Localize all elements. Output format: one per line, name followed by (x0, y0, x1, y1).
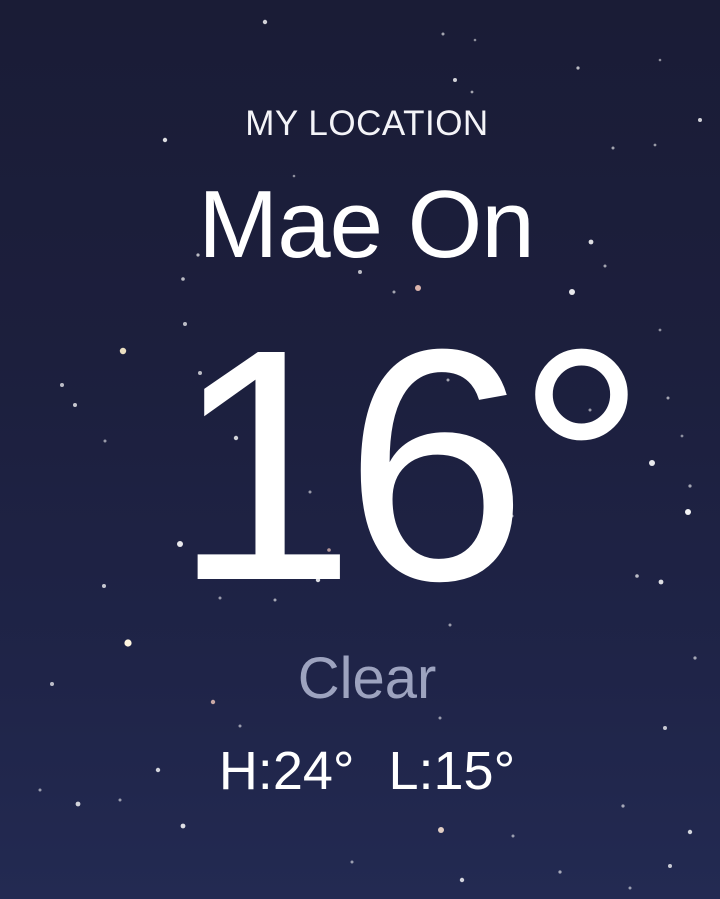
high-low-temperatures: H:24° L:15° (0, 740, 720, 802)
high-temperature: H:24° (218, 741, 355, 801)
city-name: Mae On (198, 171, 534, 278)
current-temperature: 16° (172, 280, 647, 649)
location-label: MY LOCATION (245, 104, 489, 143)
weather-condition: Clear (297, 646, 437, 711)
current-weather-header: MY LOCATION Mae On 16° Clear H:24° L:15° (0, 0, 720, 899)
low-temperature: L:15° (388, 741, 516, 801)
